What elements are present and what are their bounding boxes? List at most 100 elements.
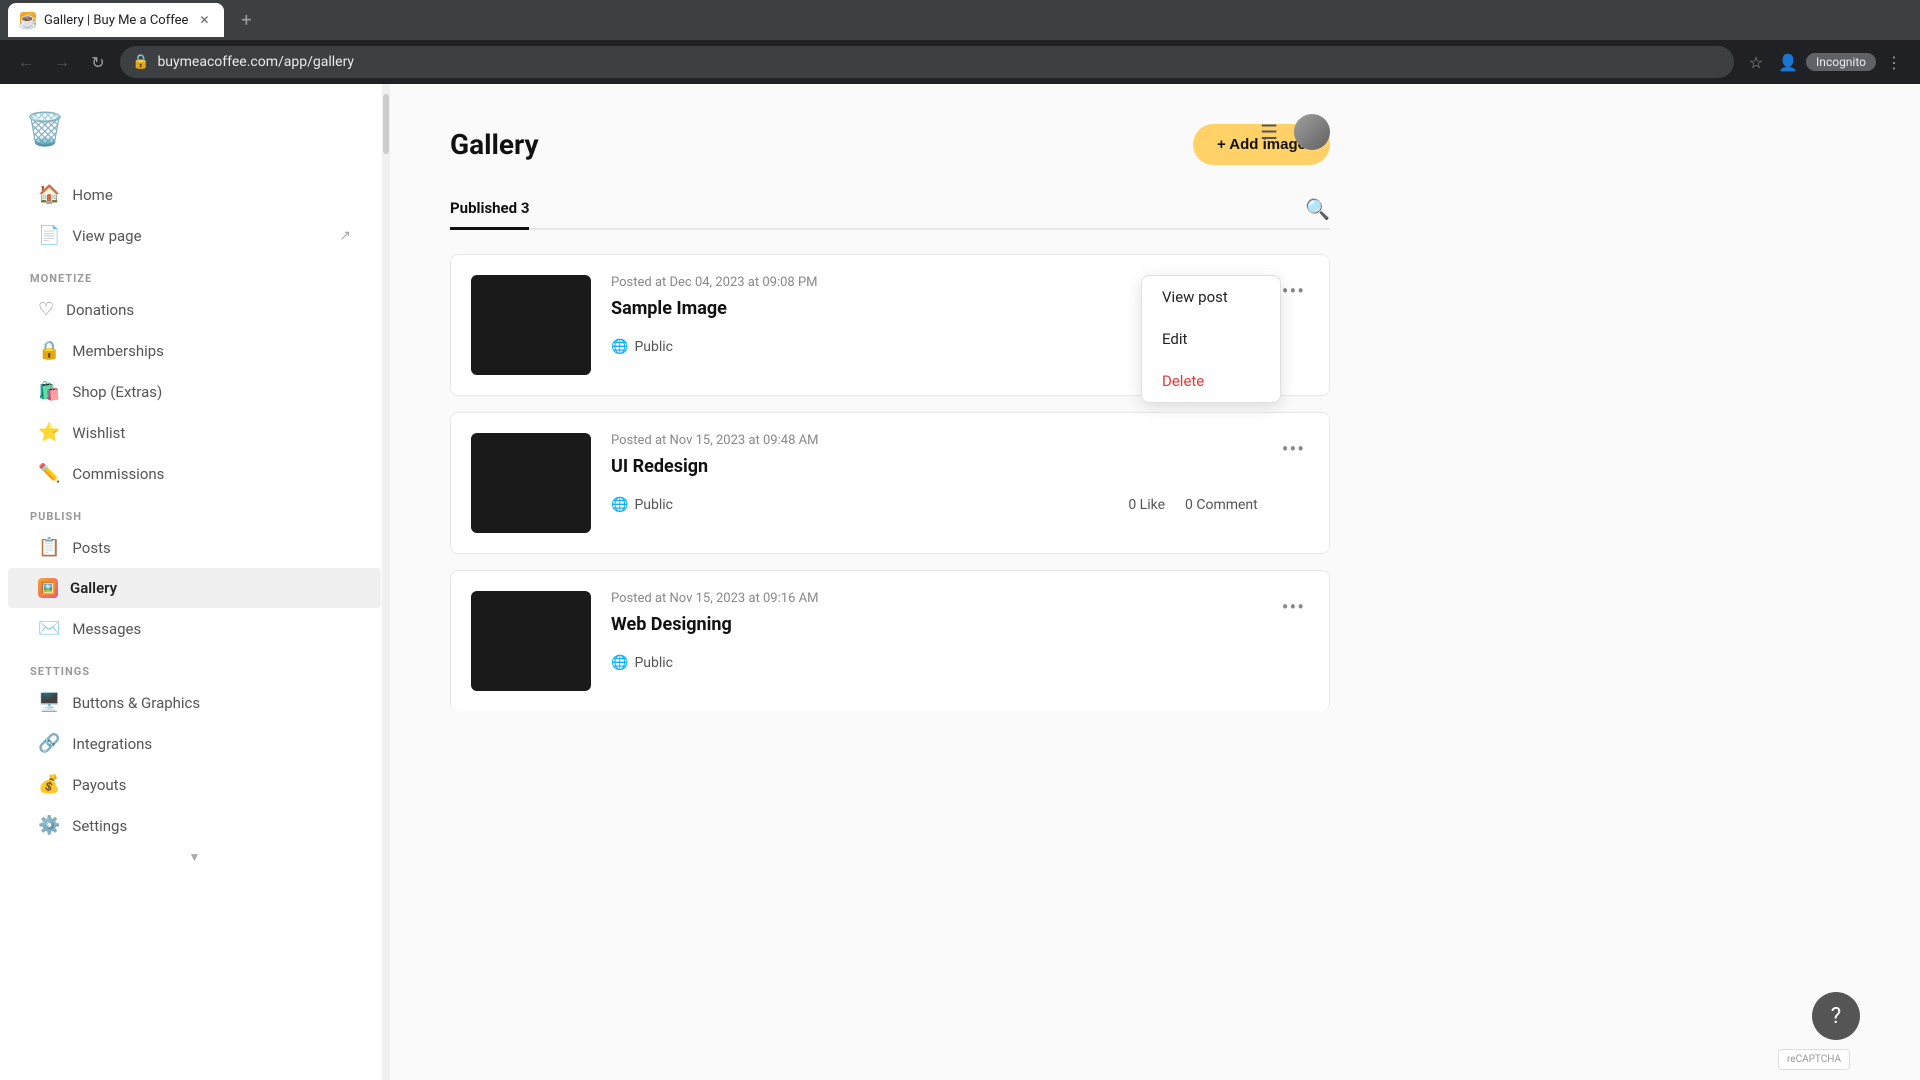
item-2-visibility: 🌐 Public xyxy=(611,497,673,513)
sidebar-item-integrations[interactable]: 🔗 Integrations xyxy=(8,723,381,764)
sidebar-item-memberships[interactable]: 🔒 Memberships xyxy=(8,330,381,371)
sidebar-item-posts-label: Posts xyxy=(72,539,110,557)
tab-published[interactable]: Published 3 xyxy=(450,189,529,230)
dropdown-menu: View post Edit Delete xyxy=(1141,275,1281,403)
sidebar-scroll-down[interactable]: ▼ xyxy=(0,846,389,868)
sidebar-item-donations-label: Donations xyxy=(66,301,134,319)
sidebar-scrollbar-thumb[interactable] xyxy=(383,94,389,154)
wishlist-icon: ⭐ xyxy=(38,422,60,443)
sidebar-item-settings[interactable]: ⚙️ Settings xyxy=(8,805,381,846)
sidebar-item-posts[interactable]: 📋 Posts xyxy=(8,527,381,568)
item-3-title: Web Designing xyxy=(611,614,1258,635)
sidebar-item-home[interactable]: 🏠 Home xyxy=(8,174,381,215)
sidebar-item-wishlist[interactable]: ⭐ Wishlist xyxy=(8,412,381,453)
sidebar-wrapper: 🗑️ 🏠 Home 📄 View page ↗ MONETIZE ♡ Donat… xyxy=(0,84,390,1080)
buttons-icon: 🖥️ xyxy=(38,692,60,713)
shop-icon: 🛍️ xyxy=(38,381,60,402)
sidebar-item-commissions[interactable]: ✏️ Commissions xyxy=(8,453,381,494)
home-icon: 🏠 xyxy=(38,184,60,205)
sidebar-item-shop-label: Shop (Extras) xyxy=(72,383,162,401)
dropdown-delete[interactable]: Delete xyxy=(1142,360,1280,402)
memberships-icon: 🔒 xyxy=(38,340,60,361)
forward-button[interactable]: → xyxy=(48,48,76,76)
item-2-likes: 0 Like xyxy=(1128,497,1165,513)
sidebar-scrollbar-track xyxy=(382,84,390,1080)
url-text: buymeacoffee.com/app/gallery xyxy=(157,54,1722,70)
sidebar-item-donations[interactable]: ♡ Donations xyxy=(8,289,381,330)
item-1-more-button[interactable]: ••• xyxy=(1278,275,1309,307)
settings-label: SETTINGS xyxy=(0,649,389,682)
commissions-icon: ✏️ xyxy=(38,463,60,484)
sidebar-item-gallery-label: Gallery xyxy=(70,579,117,597)
search-icon[interactable]: 🔍 xyxy=(1305,197,1330,221)
gallery-icon: 🖼️ xyxy=(38,578,58,598)
gallery-item-1: Posted at Dec 04, 2023 at 09:08 PM Sampl… xyxy=(450,254,1330,396)
settings-icon: ⚙️ xyxy=(38,815,60,836)
tabs-row: Published 3 🔍 xyxy=(450,189,1330,230)
refresh-button[interactable]: ↻ xyxy=(84,48,112,76)
sidebar-item-messages[interactable]: ✉️ Messages xyxy=(8,608,381,649)
publish-label: PUBLISH xyxy=(0,494,389,527)
item-3-visibility-label: Public xyxy=(634,655,673,671)
item-2-title: UI Redesign xyxy=(611,456,1258,477)
item-2-visibility-label: Public xyxy=(634,497,673,513)
sidebar-item-shop-extras[interactable]: 🛍️ Shop (Extras) xyxy=(8,371,381,412)
sidebar-item-buttons-label: Buttons & Graphics xyxy=(72,694,200,712)
item-3-more-button[interactable]: ••• xyxy=(1278,591,1309,623)
avatar[interactable] xyxy=(1294,114,1330,150)
dropdown-edit[interactable]: Edit xyxy=(1142,318,1280,360)
help-button[interactable]: ? xyxy=(1812,992,1860,1040)
sidebar-item-buttons-graphics[interactable]: 🖥️ Buttons & Graphics xyxy=(8,682,381,723)
item-3-meta: 🌐 Public xyxy=(611,655,1258,671)
sidebar-item-home-label: Home xyxy=(72,186,112,204)
gallery-thumb-1 xyxy=(471,275,591,375)
sidebar-item-commissions-label: Commissions xyxy=(72,465,164,483)
address-bar[interactable]: 🔒 buymeacoffee.com/app/gallery xyxy=(120,46,1734,78)
bookmark-button[interactable]: ☆ xyxy=(1742,48,1770,76)
sidebar-item-settings-label: Settings xyxy=(72,817,127,835)
donations-icon: ♡ xyxy=(38,299,54,320)
sidebar-item-payouts[interactable]: 💰 Payouts xyxy=(8,764,381,805)
integrations-icon: 🔗 xyxy=(38,733,60,754)
profile-button[interactable]: 👤 xyxy=(1774,48,1802,76)
browser-chrome: ☕ Gallery | Buy Me a Coffee ✕ + xyxy=(0,0,1920,40)
gallery-item-3: Posted at Nov 15, 2023 at 09:16 AM Web D… xyxy=(450,570,1330,711)
sidebar-logo: 🗑️ xyxy=(20,104,70,154)
new-tab-button[interactable]: + xyxy=(232,6,260,34)
recaptcha-badge: reCAPTCHA xyxy=(1778,1049,1850,1070)
browser-tab[interactable]: ☕ Gallery | Buy Me a Coffee ✕ xyxy=(8,3,224,37)
gallery-thumb-3 xyxy=(471,591,591,691)
item-2-more-button[interactable]: ••• xyxy=(1278,433,1309,465)
toolbar-icons: ☆ 👤 Incognito ⋮ xyxy=(1742,48,1908,76)
item-1-visibility-label: Public xyxy=(634,339,673,355)
hamburger-icon[interactable]: ☰ xyxy=(1260,120,1278,144)
main-content: ☰ Gallery + Add image Published 3 🔍 Post… xyxy=(390,84,1920,1080)
dropdown-view-post[interactable]: View post xyxy=(1142,276,1280,318)
item-2-stats: 0 Like 0 Comment xyxy=(1128,497,1257,513)
address-bar-row: ← → ↻ 🔒 buymeacoffee.com/app/gallery ☆ 👤… xyxy=(0,40,1920,84)
sidebar-item-view-page[interactable]: 📄 View page ↗ xyxy=(8,215,381,256)
gallery-header: Gallery + Add image xyxy=(450,124,1330,165)
item-3-posted: Posted at Nov 15, 2023 at 09:16 AM xyxy=(611,591,1258,606)
sidebar-item-messages-label: Messages xyxy=(72,620,141,638)
item-2-posted: Posted at Nov 15, 2023 at 09:48 AM xyxy=(611,433,1258,448)
sidebar-item-view-page-label: View page xyxy=(72,227,141,245)
sidebar-item-integrations-label: Integrations xyxy=(72,735,152,753)
sidebar-item-payouts-label: Payouts xyxy=(72,776,126,794)
globe-icon-1: 🌐 xyxy=(611,339,628,355)
payouts-icon: 💰 xyxy=(38,774,60,795)
tab-close-button[interactable]: ✕ xyxy=(196,12,212,28)
back-button[interactable]: ← xyxy=(12,48,40,76)
sidebar-item-gallery[interactable]: 🖼️ Gallery xyxy=(8,568,381,608)
gallery-item-info-2: Posted at Nov 15, 2023 at 09:48 AM UI Re… xyxy=(611,433,1258,513)
main-inner: ☰ Gallery + Add image Published 3 🔍 Post… xyxy=(390,84,1390,767)
item-2-comments: 0 Comment xyxy=(1185,497,1258,513)
tab-title: Gallery | Buy Me a Coffee xyxy=(44,13,188,28)
posts-icon: 📋 xyxy=(38,537,60,558)
top-right-controls: ☰ xyxy=(1260,114,1330,150)
item-1-visibility: 🌐 Public xyxy=(611,339,673,355)
menu-button[interactable]: ⋮ xyxy=(1880,48,1908,76)
gallery-thumb-2 xyxy=(471,433,591,533)
monetize-label: MONETIZE xyxy=(0,256,389,289)
sidebar-item-memberships-label: Memberships xyxy=(72,342,163,360)
